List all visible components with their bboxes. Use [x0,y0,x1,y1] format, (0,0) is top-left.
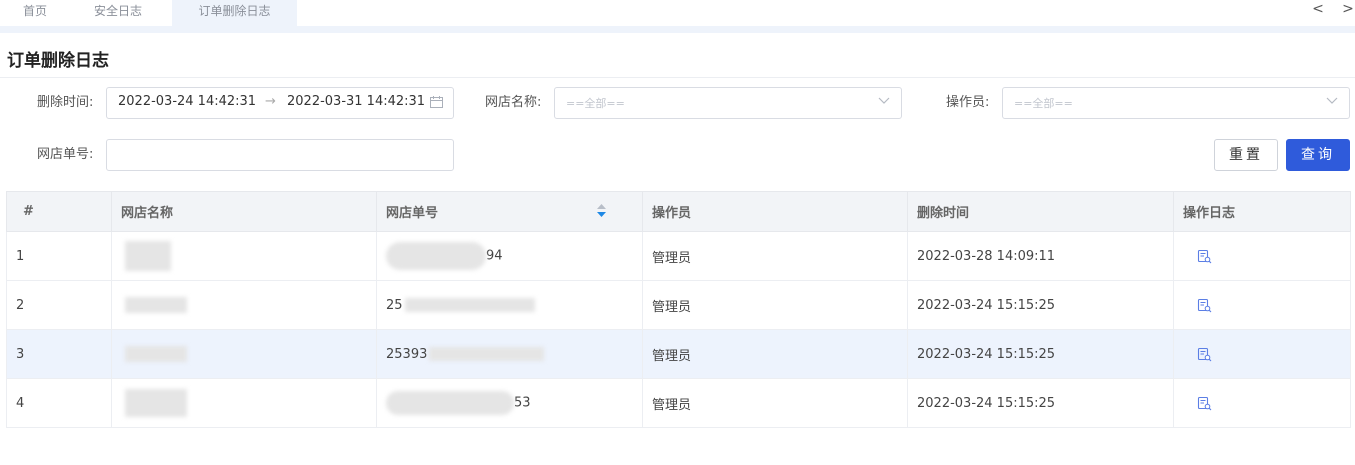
query-button[interactable]: 查询 [1286,139,1350,171]
table-row: 4 53 管理员 2022-03-24 15:15:25 [6,378,1351,428]
document-search-icon[interactable] [1197,396,1212,411]
shop-name-select[interactable]: ==全部== [554,87,902,119]
column-header-index: # [6,191,112,232]
operator-select[interactable]: ==全部== [1002,87,1350,119]
delete-time-start[interactable]: 2022-03-24 14:42:31 [118,94,256,109]
order-no-cell: 94 [376,231,643,281]
operator-cell: 管理员 [642,280,908,330]
order-no-label: 网店单号: [37,147,94,162]
delete-time-cell: 2022-03-24 15:15:25 [907,280,1174,330]
order-no-cell: 25393 [376,329,643,379]
tab-security-log[interactable]: 安全日志 [70,0,166,26]
order-no-visible: 25 [386,297,403,313]
document-search-icon[interactable] [1197,347,1212,362]
operator-placeholder: ==全部== [1014,97,1073,110]
delete-time-cell: 2022-03-28 14:09:11 [907,231,1174,281]
order-no-visible: 53 [514,395,531,411]
tab-bar-underline [0,26,1355,33]
order-no-input[interactable] [106,139,454,171]
order-no-cell: 25 [376,280,643,330]
range-separator: → [265,94,276,109]
table-row: 3 25393 管理员 2022-03-24 15:15:25 [6,329,1351,379]
log-cell [1173,280,1351,330]
order-no-visible: 94 [486,248,503,264]
tab-prev-button[interactable]: < [1310,1,1326,17]
redacted-order-no [404,298,535,312]
shop-name-cell [111,280,377,330]
tab-home[interactable]: 首页 [0,0,70,26]
delete-time-end[interactable]: 2022-03-31 14:42:31 [287,94,425,109]
column-header-operation-log: 操作日志 [1173,191,1351,232]
table-header-row: # 网店名称 网店单号 操作员 删除时间 操作日志 [6,191,1351,232]
shop-name-cell [111,329,377,379]
delete-time-cell: 2022-03-24 15:15:25 [907,329,1174,379]
shop-name-placeholder: ==全部== [566,97,625,110]
sort-icon[interactable] [597,204,606,218]
shop-name-label: 网店名称: [485,95,542,110]
redacted-order-no [429,347,545,361]
table-row: 1 94 管理员 2022-03-28 14:09:11 [6,231,1351,281]
column-header-order-no-label: 网店单号 [386,206,439,221]
operator-cell: 管理员 [642,231,908,281]
column-header-shop-name: 网店名称 [111,191,377,232]
redacted-shop-name [125,297,187,313]
document-search-icon[interactable] [1197,298,1212,313]
row-index: 1 [6,231,112,281]
tab-order-delete-log[interactable]: 订单删除日志 [172,0,297,26]
calendar-icon[interactable] [430,96,443,108]
column-header-delete-time: 删除时间 [907,191,1174,232]
redacted-shop-name [125,346,187,362]
redacted-order-no [386,391,514,415]
shop-name-cell [111,231,377,281]
column-header-operator: 操作员 [642,191,908,232]
row-index: 2 [6,280,112,330]
shop-name-cell [111,378,377,428]
order-delete-log-table: # 网店名称 网店单号 操作员 删除时间 操作日志 1 94 管理员 2022-… [6,191,1351,428]
delete-time-label: 删除时间: [37,95,94,110]
redacted-shop-name [125,241,171,271]
order-no-visible: 25393 [386,346,428,362]
table-row: 2 25 管理员 2022-03-24 15:15:25 [6,280,1351,330]
column-header-order-no[interactable]: 网店单号 [376,191,643,232]
log-cell [1173,231,1351,281]
redacted-order-no [386,242,486,270]
delete-time-cell: 2022-03-24 15:15:25 [907,378,1174,428]
operator-cell: 管理员 [642,378,908,428]
order-no-cell: 53 [376,378,643,428]
document-search-icon[interactable] [1197,249,1212,264]
operator-label: 操作员: [946,95,990,110]
chevron-down-icon [1326,97,1338,104]
delete-time-range-picker[interactable]: 2022-03-24 14:42:31 → 2022-03-31 14:42:3… [106,87,454,119]
page-title: 订单删除日志 [7,51,109,71]
log-cell [1173,329,1351,379]
chevron-down-icon [878,97,890,104]
reset-button[interactable]: 重置 [1214,139,1278,171]
row-index: 4 [6,378,112,428]
operator-cell: 管理员 [642,329,908,379]
log-cell [1173,378,1351,428]
tab-bar: 首页 安全日志 订单删除日志 < > [0,0,1355,26]
divider [0,77,1355,78]
row-index: 3 [6,329,112,379]
tab-next-button[interactable]: > [1340,1,1355,17]
redacted-shop-name [125,389,187,417]
